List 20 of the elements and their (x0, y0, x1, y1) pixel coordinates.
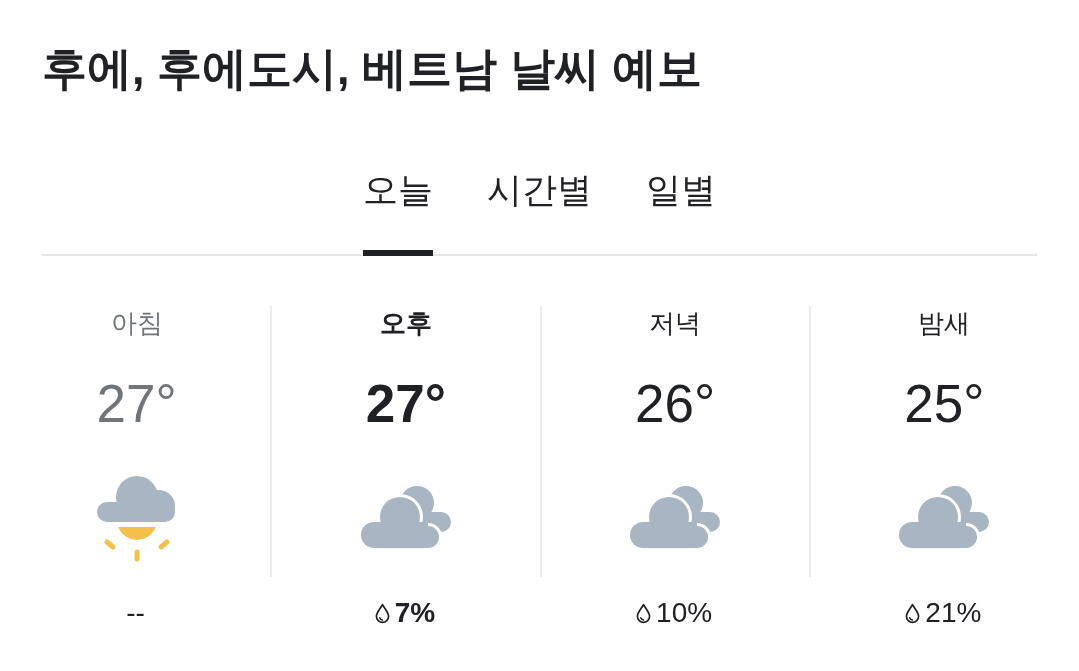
period-label: 저녁 (649, 307, 702, 340)
precipitation-value: 21% (925, 596, 982, 630)
period-label: 아침 (110, 307, 163, 340)
clouds-icon (359, 485, 452, 549)
tab[interactable]: 시간별 (487, 168, 592, 256)
period-label: 밤새 (918, 307, 971, 340)
precipitation-value: -- (126, 596, 145, 630)
precipitation-value: 7% (394, 596, 436, 630)
period-label: 오후 (379, 307, 432, 340)
temperature: 27° (365, 373, 446, 435)
cloud-sun-icon (96, 475, 177, 563)
temperature: 25° (904, 373, 985, 435)
temperature: 27° (96, 373, 177, 435)
temperature: 26° (635, 373, 716, 435)
tab[interactable]: 오늘 (363, 168, 433, 256)
page-title: 후에, 후에도시, 베트남 날씨 예보 (42, 42, 702, 96)
tab[interactable]: 일별 (646, 168, 716, 256)
clouds-icon (629, 485, 722, 549)
precipitation-value: 10% (656, 596, 713, 630)
clouds-icon (898, 485, 991, 549)
